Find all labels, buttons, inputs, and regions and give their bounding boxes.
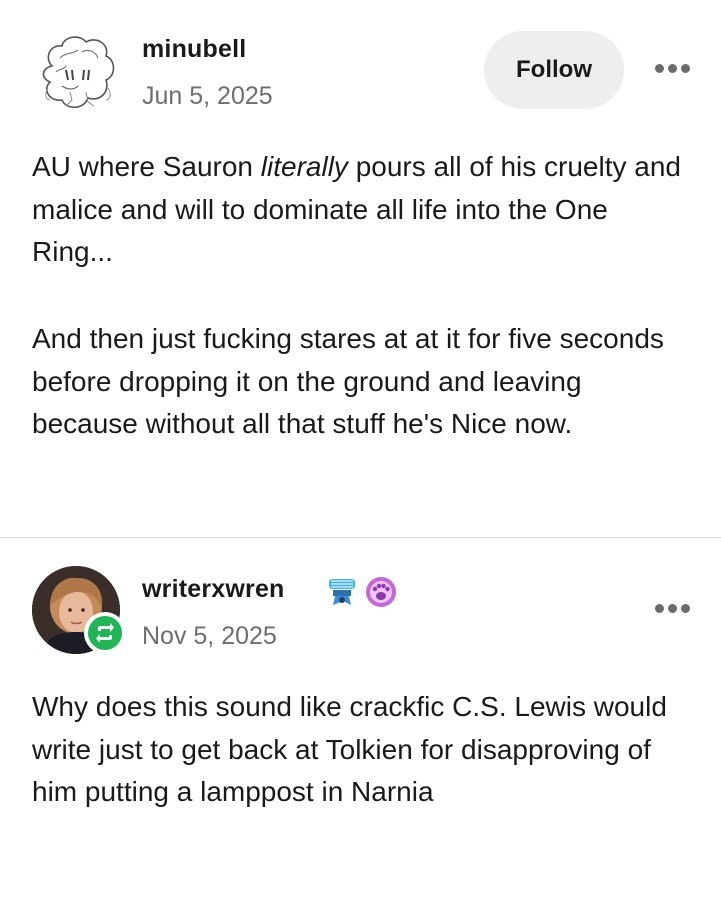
tumblr-thread: minubell Jun 5, 2025 Follow AU where Sau… xyxy=(0,0,721,900)
dot xyxy=(681,604,690,613)
more-options-icon[interactable] xyxy=(654,598,694,618)
username[interactable]: writerxwren xyxy=(142,575,285,604)
original-post: minubell Jun 5, 2025 Follow AU where Sau… xyxy=(0,0,721,537)
reblog-date: Nov 5, 2025 xyxy=(142,622,277,650)
reblog-badge xyxy=(84,612,126,654)
follow-button[interactable]: Follow xyxy=(484,31,624,109)
reblog-icon xyxy=(88,616,122,650)
more-options-icon[interactable] xyxy=(654,58,694,78)
dot xyxy=(668,64,677,73)
dot xyxy=(655,604,664,613)
dot xyxy=(681,64,690,73)
divider xyxy=(0,537,721,538)
post-paragraph: And then just fucking stares at at it fo… xyxy=(32,323,664,439)
doodle-avatar-icon xyxy=(30,28,126,124)
username[interactable]: minubell xyxy=(142,35,246,64)
post-paragraph: AU where Sauron literally pours all of h… xyxy=(32,146,692,274)
reblog-text: Why does this sound like crackfic C.S. L… xyxy=(32,691,667,807)
emphasis-text: literally xyxy=(260,151,348,182)
paw-print-badge-icon xyxy=(366,577,396,607)
post-date: Jun 5, 2025 xyxy=(142,82,273,110)
user-badges[interactable] xyxy=(325,573,405,609)
avatar[interactable] xyxy=(30,28,126,124)
text-run: AU where Sauron xyxy=(32,151,261,182)
dot xyxy=(668,604,677,613)
blue-bird-badge-icon xyxy=(329,579,355,605)
dot xyxy=(655,64,664,73)
